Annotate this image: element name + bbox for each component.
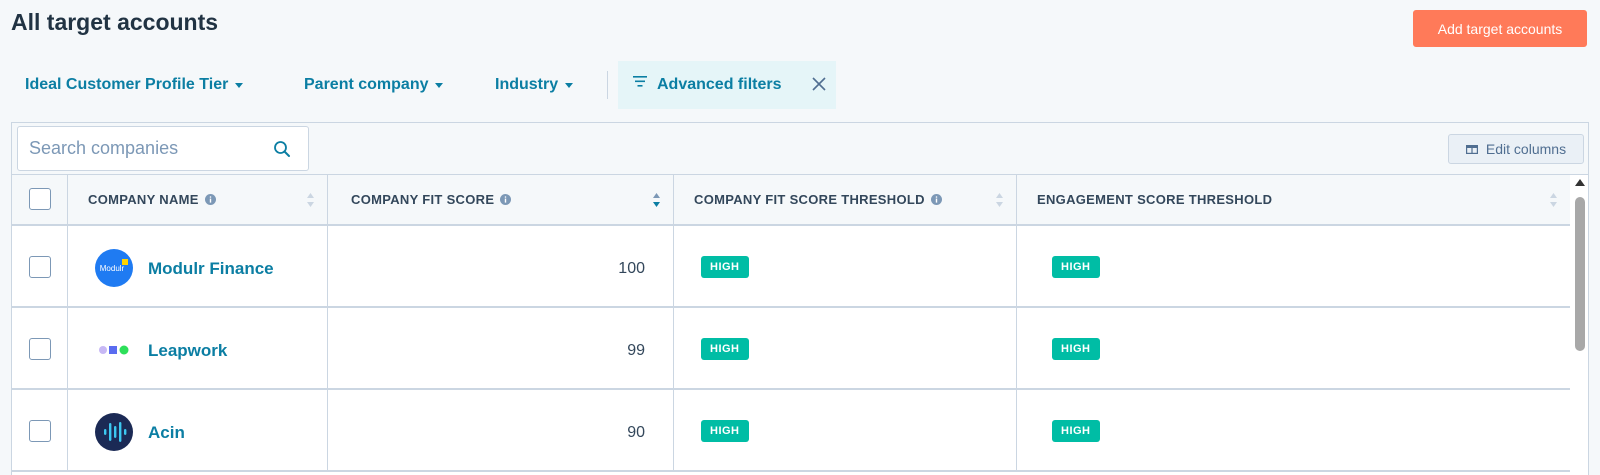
table-toolbar: Edit columns (12, 123, 1588, 175)
filter-icp-tier[interactable]: Ideal Customer Profile Tier (25, 61, 244, 109)
filter-parent-company[interactable]: Parent company (304, 61, 444, 109)
info-icon[interactable] (930, 194, 942, 205)
table-row: Acin 90 HIGH HIGH (12, 390, 1570, 472)
company-link[interactable]: Modulr Finance (148, 259, 274, 279)
scroll-up-arrow-icon[interactable] (1575, 179, 1585, 186)
column-header-engagement-threshold[interactable]: ENGAGEMENT SCORE THRESHOLD (1017, 175, 1570, 224)
header-select-cell (12, 175, 68, 224)
select-all-checkbox[interactable] (29, 188, 51, 210)
company-link[interactable]: Acin (148, 423, 185, 443)
search-icon[interactable] (273, 140, 291, 158)
vertical-scrollbar[interactable] (1571, 175, 1588, 475)
search-input[interactable] (18, 127, 258, 170)
page-title: All target accounts (11, 9, 219, 35)
search-box (17, 126, 309, 171)
column-label: ENGAGEMENT SCORE THRESHOLD (1037, 192, 1273, 207)
fit-score-cell: 90 (331, 390, 674, 470)
add-target-accounts-button[interactable]: Add target accounts (1413, 10, 1587, 47)
engagement-threshold-badge: HIGH (1052, 420, 1100, 442)
svg-text:Modulr: Modulr (100, 264, 125, 273)
acin-logo-icon (95, 413, 133, 451)
engagement-threshold-cell: HIGH (1017, 390, 1570, 470)
fit-score-cell: 99 (331, 308, 674, 388)
advanced-filters-button[interactable]: Advanced filters (618, 61, 836, 109)
engagement-threshold-badge: HIGH (1052, 256, 1100, 278)
accounts-table-panel: Edit columns COMPANY NAME COMPANY FIT SC… (11, 122, 1589, 475)
company-cell: Modulr Modulr Finance (68, 226, 328, 306)
column-header-fit-score[interactable]: COMPANY FIT SCORE (331, 175, 674, 224)
filter-divider (607, 71, 608, 99)
column-header-company-name[interactable]: COMPANY NAME (68, 175, 328, 224)
filter-label: Ideal Customer Profile Tier (25, 76, 229, 93)
info-icon[interactable] (204, 194, 216, 205)
scroll-thumb[interactable] (1575, 197, 1585, 351)
sort-icon[interactable] (1549, 191, 1558, 209)
column-label: COMPANY FIT SCORE (351, 192, 495, 207)
engagement-threshold-cell: HIGH (1017, 226, 1570, 306)
select-cell (12, 226, 68, 306)
fit-score-value: 100 (618, 260, 645, 277)
table-row: Leapwork 99 HIGH HIGH (12, 308, 1570, 390)
filter-label: Parent company (304, 76, 429, 93)
edit-columns-button[interactable]: Edit columns (1448, 134, 1584, 164)
sort-icon[interactable] (306, 191, 315, 209)
info-icon[interactable] (500, 194, 512, 205)
select-cell (12, 390, 68, 470)
sort-icon[interactable] (995, 191, 1004, 209)
advanced-filters-label: Advanced filters (657, 76, 782, 93)
row-checkbox[interactable] (29, 338, 51, 360)
column-header-fit-threshold[interactable]: COMPANY FIT SCORE THRESHOLD (674, 175, 1017, 224)
columns-icon (1465, 144, 1478, 154)
row-checkbox[interactable] (29, 256, 51, 278)
company-link[interactable]: Leapwork (148, 341, 227, 361)
engagement-threshold-badge: HIGH (1052, 338, 1100, 360)
fit-threshold-badge: HIGH (701, 338, 749, 360)
fit-threshold-cell: HIGH (674, 226, 1017, 306)
engagement-threshold-cell: HIGH (1017, 308, 1570, 388)
leapwork-logo-icon (99, 345, 129, 355)
table-header: COMPANY NAME COMPANY FIT SCORE COMPANY F (12, 175, 1570, 226)
fit-score-value: 90 (627, 424, 645, 441)
caret-down-icon (435, 82, 444, 88)
fit-threshold-cell: HIGH (674, 308, 1017, 388)
table-row: Modulr Modulr Finance 100 HIGH HIGH (12, 226, 1570, 308)
edit-columns-label: Edit columns (1485, 141, 1567, 157)
modulr-logo-icon: Modulr (95, 249, 133, 287)
filter-industry[interactable]: Industry (495, 61, 574, 109)
fit-score-value: 99 (627, 342, 645, 359)
caret-down-icon (235, 82, 244, 88)
column-label: COMPANY NAME (88, 192, 199, 207)
fit-threshold-badge: HIGH (701, 420, 749, 442)
fit-score-cell: 100 (331, 226, 674, 306)
filter-lines-icon (633, 76, 647, 87)
select-cell (12, 308, 68, 388)
filter-bar: Ideal Customer Profile Tier Parent compa… (0, 61, 900, 109)
close-icon[interactable] (812, 77, 826, 91)
row-checkbox[interactable] (29, 420, 51, 442)
company-cell: Acin (68, 390, 328, 470)
fit-threshold-badge: HIGH (701, 256, 749, 278)
filter-label: Industry (495, 76, 559, 93)
sort-descending-icon[interactable] (652, 191, 661, 209)
column-label: COMPANY FIT SCORE THRESHOLD (694, 192, 925, 207)
company-cell: Leapwork (68, 308, 328, 388)
fit-threshold-cell: HIGH (674, 390, 1017, 470)
caret-down-icon (565, 82, 574, 88)
